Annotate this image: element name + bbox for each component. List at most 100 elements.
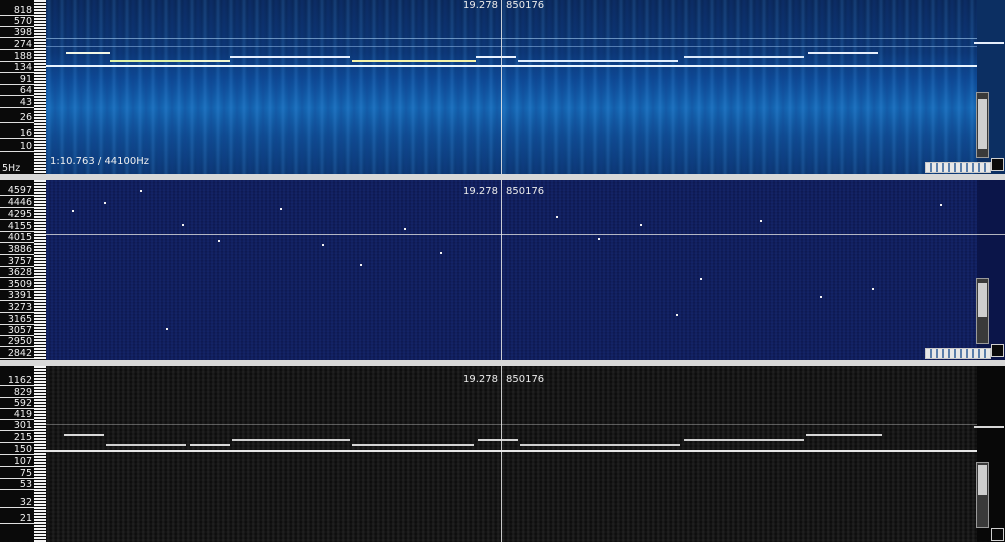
piano-keys bbox=[34, 180, 46, 360]
scrollbar-thumb[interactable] bbox=[978, 99, 987, 149]
freq-tick: 3391 bbox=[0, 291, 34, 301]
cursor-value: 850176 bbox=[506, 374, 545, 385]
freq-tick: 134 bbox=[0, 63, 34, 73]
frequency-ruler[interactable]: 818 570 398 274 188 134 91 64 43 26 16 1… bbox=[0, 0, 46, 174]
note-segment bbox=[190, 60, 230, 62]
freq-tick: 4446 bbox=[0, 198, 34, 208]
vertical-zoom-scrollbar[interactable] bbox=[976, 92, 989, 158]
freq-tick: 21 bbox=[0, 514, 34, 524]
peak-dot bbox=[360, 264, 362, 266]
zoom-reset-button[interactable] bbox=[991, 158, 1004, 171]
freq-tick: 419 bbox=[0, 410, 34, 420]
freq-tick: 43 bbox=[0, 98, 34, 108]
cursor-time: 19.278 bbox=[463, 186, 498, 197]
peak-dot bbox=[556, 216, 558, 218]
peak-dot bbox=[322, 244, 324, 246]
harmonic-line bbox=[46, 424, 977, 425]
freq-tick: 3628 bbox=[0, 268, 34, 278]
freq-unit-label: 5Hz bbox=[2, 163, 21, 174]
scrollbar-thumb[interactable] bbox=[978, 283, 987, 317]
scrollbar-thumb[interactable] bbox=[978, 465, 987, 495]
peak-dot bbox=[940, 204, 942, 206]
piano-keys bbox=[34, 0, 46, 174]
freq-tick: 188 bbox=[0, 52, 34, 62]
note-segment bbox=[232, 439, 350, 441]
note-segment bbox=[106, 444, 186, 446]
freq-tick: 4015 bbox=[0, 233, 34, 243]
freq-tick: 301 bbox=[0, 421, 34, 431]
spectrogram-image[interactable] bbox=[46, 0, 977, 174]
freq-tick: 3757 bbox=[0, 257, 34, 267]
playhead-cursor[interactable] bbox=[501, 180, 502, 360]
peak-dot bbox=[598, 238, 600, 240]
piano-keys bbox=[34, 366, 46, 542]
freq-tick: 829 bbox=[0, 388, 34, 398]
freq-tick: 3509 bbox=[0, 280, 34, 290]
freq-tick: 53 bbox=[0, 480, 34, 490]
freq-tick: 1162 bbox=[0, 376, 34, 386]
note-segment bbox=[974, 42, 1004, 44]
peak-dot bbox=[218, 240, 220, 242]
peak-dot bbox=[700, 278, 702, 280]
spectrogram-image[interactable] bbox=[46, 366, 977, 542]
peak-dot bbox=[640, 224, 642, 226]
zoom-reset-button[interactable] bbox=[991, 344, 1004, 357]
freq-tick: 4295 bbox=[0, 210, 34, 220]
spectrogram-pane-2[interactable]: 4597 4446 4295 4155 4015 3886 3757 3628 … bbox=[0, 180, 1005, 360]
freq-tick: 26 bbox=[0, 113, 34, 123]
spectrogram-pane-1[interactable]: 818 570 398 274 188 134 91 64 43 26 16 1… bbox=[0, 0, 1005, 174]
peak-dot bbox=[440, 252, 442, 254]
cursor-time: 19.278 bbox=[463, 0, 498, 11]
freq-tick: 592 bbox=[0, 399, 34, 409]
peak-dot bbox=[872, 288, 874, 290]
zoom-reset-button[interactable] bbox=[991, 528, 1004, 541]
vertical-zoom-scrollbar[interactable] bbox=[976, 278, 989, 344]
freq-tick: 107 bbox=[0, 457, 34, 467]
vertical-zoom-scrollbar[interactable] bbox=[976, 462, 989, 528]
freq-tick: 150 bbox=[0, 445, 34, 455]
note-segment bbox=[684, 439, 804, 441]
frequency-ruler[interactable]: 4597 4446 4295 4155 4015 3886 3757 3628 … bbox=[0, 180, 46, 360]
freq-tick: 3165 bbox=[0, 315, 34, 325]
note-segment bbox=[974, 426, 1004, 428]
frequency-ruler[interactable]: 1162 829 592 419 301 215 150 107 75 53 3… bbox=[0, 366, 46, 542]
duration-samplerate-label: 1:10.763 / 44100Hz bbox=[50, 156, 150, 167]
peak-dot bbox=[72, 210, 74, 212]
note-segment bbox=[518, 60, 678, 62]
horizontal-zoom-bar[interactable] bbox=[925, 348, 991, 359]
peak-dot bbox=[676, 314, 678, 316]
peak-dot bbox=[182, 224, 184, 226]
note-segment bbox=[476, 56, 516, 58]
peak-dot bbox=[820, 296, 822, 298]
cursor-readout: 19.278 850176 bbox=[460, 186, 544, 198]
freq-tick: 32 bbox=[0, 498, 34, 508]
freq-tick: 75 bbox=[0, 469, 34, 479]
playhead-cursor[interactable] bbox=[501, 366, 502, 542]
harmonic-line bbox=[46, 46, 977, 47]
peak-dot bbox=[140, 190, 142, 192]
freq-tick: 2842 bbox=[0, 349, 34, 359]
horizontal-zoom-bar[interactable] bbox=[925, 162, 991, 173]
spectrogram-pane-3[interactable]: 1162 829 592 419 301 215 150 107 75 53 3… bbox=[0, 366, 1005, 542]
spectrogram-image[interactable] bbox=[46, 180, 977, 360]
note-segment bbox=[806, 434, 882, 436]
note-segment bbox=[684, 56, 804, 58]
freq-tick: 274 bbox=[0, 40, 34, 50]
freq-tick: 818 bbox=[0, 6, 34, 16]
freq-tick: 398 bbox=[0, 28, 34, 38]
note-segment bbox=[478, 439, 518, 441]
peak-dot bbox=[280, 208, 282, 210]
freq-tick: 2950 bbox=[0, 337, 34, 347]
peak-dot bbox=[104, 202, 106, 204]
cursor-value: 850176 bbox=[506, 186, 545, 197]
harmonic-line bbox=[46, 65, 977, 67]
freq-tick: 16 bbox=[0, 129, 34, 139]
freq-tick: 570 bbox=[0, 17, 34, 27]
playhead-cursor[interactable] bbox=[501, 0, 502, 174]
freq-tick: 4155 bbox=[0, 222, 34, 232]
note-segment bbox=[66, 52, 110, 54]
freq-tick: 91 bbox=[0, 75, 34, 85]
peak-dot bbox=[760, 220, 762, 222]
freq-tick: 215 bbox=[0, 433, 34, 443]
cursor-time: 19.278 bbox=[463, 374, 498, 385]
